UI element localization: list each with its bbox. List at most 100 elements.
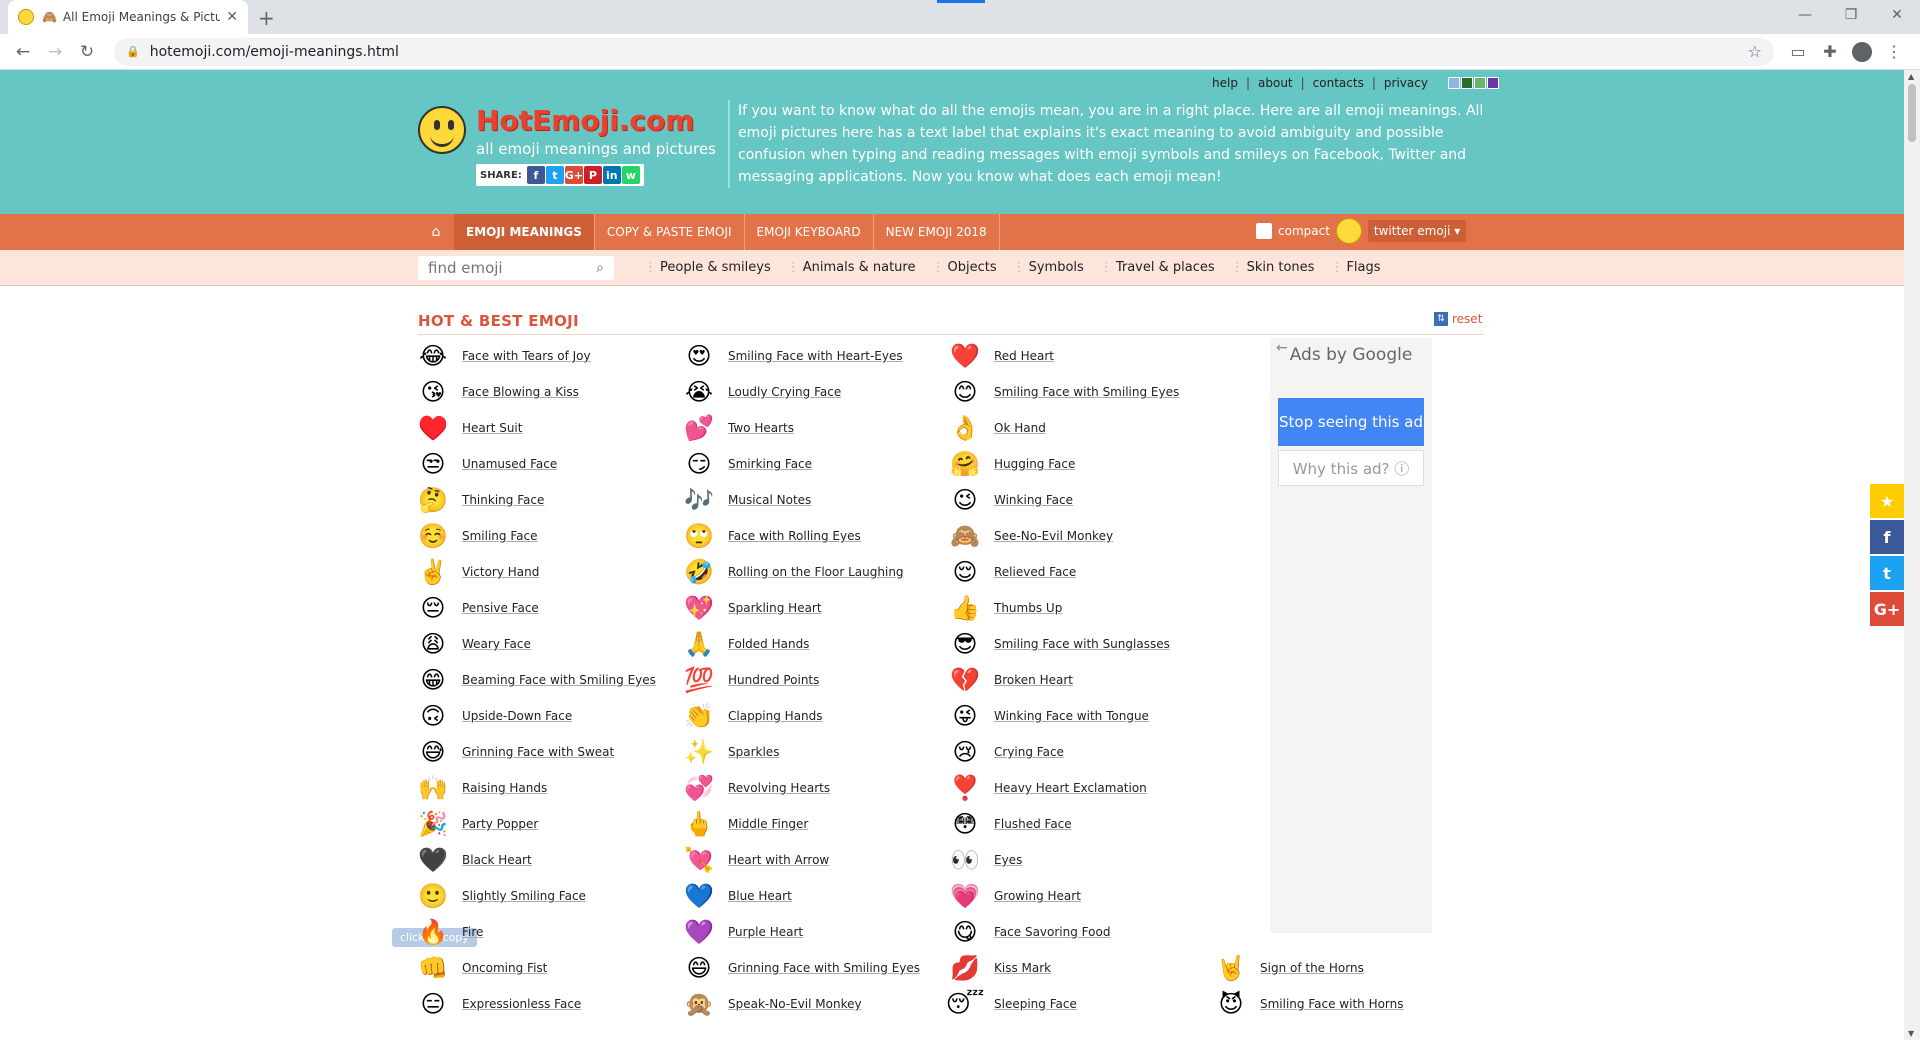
- emoji-label[interactable]: Smirking Face: [728, 457, 812, 471]
- window-close-icon[interactable]: ✕: [1874, 0, 1920, 30]
- emoji-icon[interactable]: 😏: [684, 449, 714, 479]
- emoji-list-item[interactable]: 💔 Broken Heart: [950, 662, 1210, 698]
- float-facebook-icon[interactable]: f: [1870, 520, 1904, 554]
- emoji-icon[interactable]: 😍: [684, 341, 714, 371]
- emoji-icon[interactable]: 😎: [950, 629, 980, 659]
- emoji-list-item[interactable]: 😌 Relieved Face: [950, 554, 1210, 590]
- emoji-list-item[interactable]: 😔 Pensive Face: [418, 590, 678, 626]
- emoji-list-item[interactable]: 😴 Sleeping Face: [946, 986, 1210, 1022]
- emoji-icon[interactable]: 😒: [418, 449, 448, 479]
- emoji-icon[interactable]: 💔: [950, 665, 980, 695]
- compact-checkbox[interactable]: [1256, 223, 1272, 239]
- emoji-list-item[interactable]: 👏 Clapping Hands: [684, 698, 944, 734]
- emoji-icon[interactable]: 👊: [418, 953, 448, 983]
- share-linkedin-icon[interactable]: in: [602, 166, 621, 184]
- emoji-label[interactable]: Face with Rolling Eyes: [728, 529, 861, 543]
- emoji-list-item[interactable]: 😉 Winking Face: [950, 482, 1210, 518]
- emoji-icon[interactable]: 😈: [1216, 989, 1246, 1019]
- site-logo[interactable]: HotEmoji.com all emoji meanings and pict…: [418, 104, 738, 214]
- emoji-icon[interactable]: 🙂: [418, 881, 448, 911]
- emoji-list-item[interactable]: 😈 Smiling Face with Horns: [1216, 986, 1476, 1022]
- emoji-icon[interactable]: 💙: [684, 881, 714, 911]
- menu-item-emoji-keyboard[interactable]: EMOJI KEYBOARD: [745, 214, 874, 250]
- emoji-label[interactable]: Sparkles: [728, 745, 779, 759]
- emoji-list-item[interactable]: ❣️ Heavy Heart Exclamation: [950, 770, 1210, 806]
- emoji-list-item[interactable]: 🙂 Slightly Smiling Face: [418, 878, 678, 914]
- emoji-icon[interactable]: 😑: [418, 989, 448, 1019]
- float-google-plus-icon[interactable]: G+: [1870, 592, 1904, 626]
- emoji-icon[interactable]: ❤️: [950, 341, 980, 371]
- emoji-icon[interactable]: ♥️: [418, 413, 448, 443]
- emoji-list-item[interactable]: 😩 Weary Face: [418, 626, 678, 662]
- menu-item-emoji-meanings[interactable]: EMOJI MEANINGS: [454, 214, 595, 250]
- emoji-list-item[interactable]: 😘 Face Blowing a Kiss: [418, 374, 678, 410]
- emoji-list-item[interactable]: 🎶 Musical Notes: [684, 482, 944, 518]
- emoji-icon[interactable]: 🙃: [418, 701, 448, 731]
- emoji-icon[interactable]: 🖤: [418, 845, 448, 875]
- emoji-label[interactable]: Beaming Face with Smiling Eyes: [462, 673, 656, 687]
- emoji-label[interactable]: Party Popper: [462, 817, 538, 831]
- emoji-list-item[interactable]: ✨ Sparkles: [684, 734, 944, 770]
- emoji-label[interactable]: Thinking Face: [462, 493, 544, 507]
- emoji-icon[interactable]: 😔: [418, 593, 448, 623]
- home-icon[interactable]: ⌂: [418, 224, 454, 240]
- emoji-list-item[interactable]: ✌️ Victory Hand: [418, 554, 678, 590]
- search-icon[interactable]: ⌕: [596, 260, 604, 276]
- emoji-list-item[interactable]: 👀 Eyes: [950, 842, 1210, 878]
- emoji-icon[interactable]: 💜: [684, 917, 714, 947]
- emoji-icon[interactable]: ☺️: [418, 521, 448, 551]
- emoji-list-item[interactable]: 🙄 Face with Rolling Eyes: [684, 518, 944, 554]
- emoji-icon[interactable]: ❣️: [950, 773, 980, 803]
- emoji-list-item[interactable]: 😊 Smiling Face with Smiling Eyes: [950, 374, 1210, 410]
- emoji-label[interactable]: Black Heart: [462, 853, 532, 867]
- emoji-label[interactable]: Pensive Face: [462, 601, 539, 615]
- category-objects[interactable]: Objects: [931, 260, 1012, 275]
- emoji-icon[interactable]: ✨: [684, 737, 714, 767]
- emoji-label[interactable]: Rolling on the Floor Laughing: [728, 565, 904, 579]
- forward-icon[interactable]: →: [42, 42, 68, 62]
- menu-item-copy-paste-emoji[interactable]: COPY & PASTE EMOJI: [595, 214, 745, 250]
- stop-seeing-ad-button[interactable]: Stop seeing this ad: [1278, 398, 1424, 446]
- emoji-icon[interactable]: 👍: [950, 593, 980, 623]
- emoji-label[interactable]: Winking Face with Tongue: [994, 709, 1149, 723]
- emoji-icon[interactable]: 🤣: [684, 557, 714, 587]
- emoji-list-item[interactable]: 😂 Face with Tears of Joy: [418, 338, 678, 374]
- emoji-list-item[interactable]: 👌 Ok Hand: [950, 410, 1210, 446]
- emoji-icon[interactable]: 🤗: [950, 449, 980, 479]
- emoji-list-item[interactable]: 🖕 Middle Finger: [684, 806, 944, 842]
- theme-swatch[interactable]: [1460, 77, 1473, 89]
- emoji-style-select[interactable]: twitter emoji ▾: [1367, 220, 1467, 242]
- emoji-label[interactable]: Face with Tears of Joy: [462, 349, 591, 363]
- float-twitter-icon[interactable]: t: [1870, 556, 1904, 590]
- extensions-icon[interactable]: ✚: [1814, 42, 1846, 61]
- emoji-icon[interactable]: 👌: [950, 413, 980, 443]
- emoji-list-item[interactable]: 😢 Crying Face: [950, 734, 1210, 770]
- emoji-icon[interactable]: 😩: [418, 629, 448, 659]
- emoji-list-item[interactable]: 😎 Smiling Face with Sunglasses: [950, 626, 1210, 662]
- emoji-list-item[interactable]: 🎉 Party Popper: [418, 806, 678, 842]
- emoji-list-item[interactable]: 💯 Hundred Points: [684, 662, 944, 698]
- emoji-list-item[interactable]: 😜 Winking Face with Tongue: [950, 698, 1210, 734]
- emoji-label[interactable]: Grinning Face with Smiling Eyes: [728, 961, 920, 975]
- emoji-label[interactable]: Revolving Hearts: [728, 781, 830, 795]
- emoji-label[interactable]: See-No-Evil Monkey: [994, 529, 1113, 543]
- emoji-icon[interactable]: 😄: [684, 953, 714, 983]
- emoji-label[interactable]: Speak-No-Evil Monkey: [728, 997, 862, 1011]
- emoji-list-item[interactable]: 💖 Sparkling Heart: [684, 590, 944, 626]
- emoji-label[interactable]: Sparkling Heart: [728, 601, 822, 615]
- emoji-list-item[interactable]: 🖤 Black Heart: [418, 842, 678, 878]
- emoji-icon[interactable]: 🤔: [418, 485, 448, 515]
- emoji-label[interactable]: Expressionless Face: [462, 997, 581, 1011]
- emoji-list-item[interactable]: 💞 Revolving Hearts: [684, 770, 944, 806]
- emoji-icon[interactable]: 💯: [684, 665, 714, 695]
- emoji-label[interactable]: Thumbs Up: [994, 601, 1062, 615]
- emoji-label[interactable]: Smiling Face with Smiling Eyes: [994, 385, 1179, 399]
- emoji-label[interactable]: Folded Hands: [728, 637, 809, 651]
- emoji-label[interactable]: Hundred Points: [728, 673, 819, 687]
- emoji-label[interactable]: Middle Finger: [728, 817, 808, 831]
- emoji-icon[interactable]: 🙄: [684, 521, 714, 551]
- share-twitter-icon[interactable]: t: [545, 166, 564, 184]
- category-animals-nature[interactable]: Animals & nature: [787, 260, 932, 275]
- emoji-icon[interactable]: 🎉: [418, 809, 448, 839]
- reload-icon[interactable]: ↻: [74, 42, 100, 62]
